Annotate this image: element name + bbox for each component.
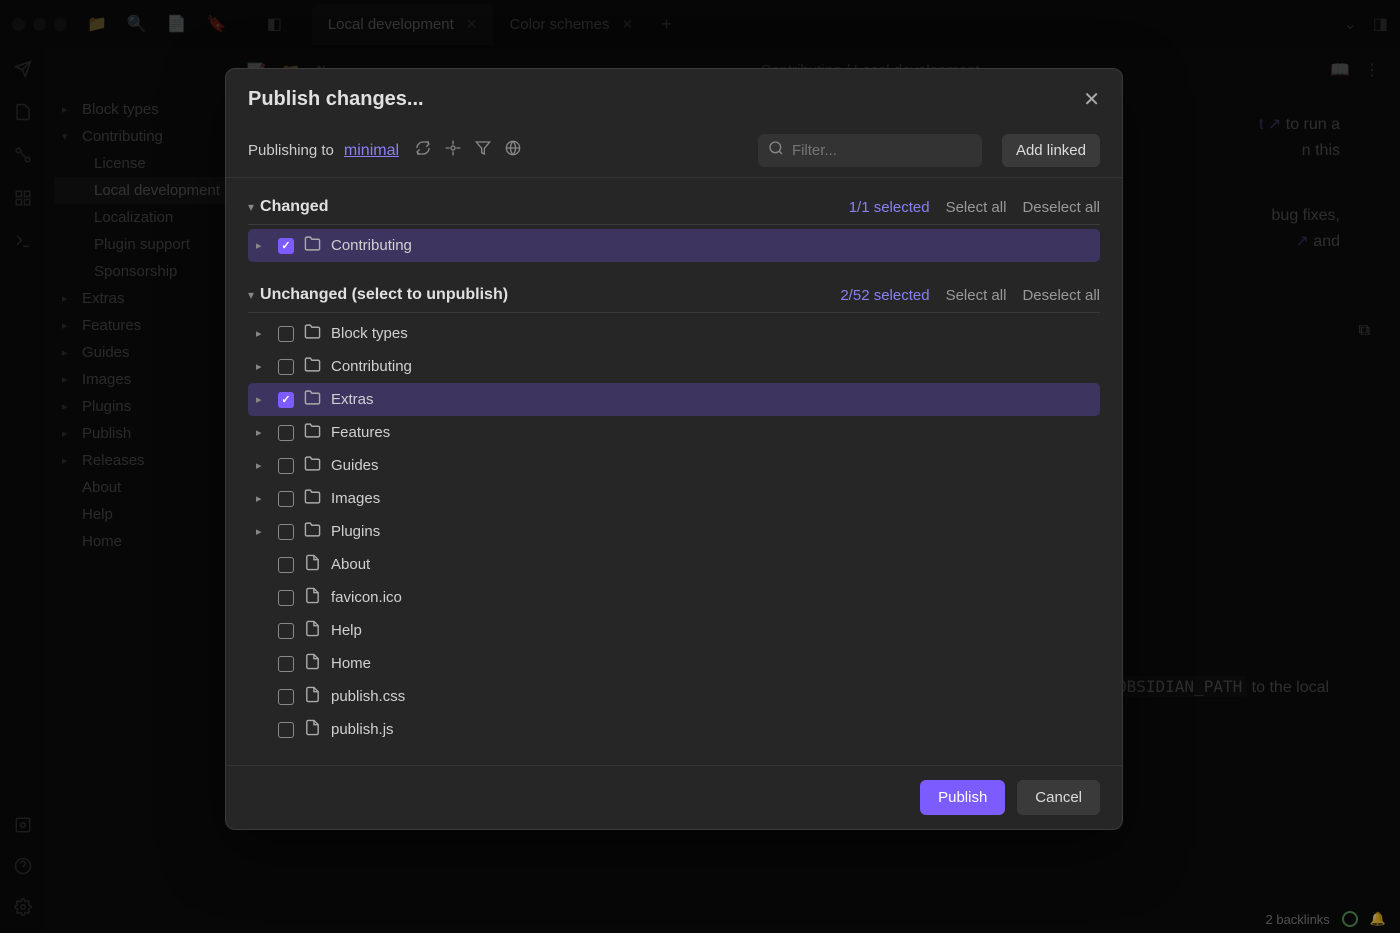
select-all-button[interactable]: Select all [946, 287, 1007, 304]
publishing-to-label: Publishing to [248, 142, 334, 159]
file-row-plugins[interactable]: ▸ Plugins [248, 515, 1100, 548]
chevron-right-icon[interactable]: ▸ [256, 393, 268, 406]
unchanged-section-header: ▾ Unchanged (select to unpublish) 2/52 s… [248, 274, 1100, 313]
checkbox[interactable] [278, 359, 294, 375]
checkbox[interactable] [278, 491, 294, 507]
file-label: Plugins [331, 523, 380, 540]
file-icon [304, 653, 321, 674]
deselect-all-button[interactable]: Deselect all [1022, 199, 1100, 216]
filter-input-container [758, 134, 982, 167]
checkbox[interactable] [278, 590, 294, 606]
checkbox[interactable] [278, 722, 294, 738]
checkbox[interactable] [278, 326, 294, 342]
folder-icon [304, 488, 321, 509]
file-icon [304, 587, 321, 608]
modal-title: Publish changes... [248, 88, 424, 111]
folder-icon [304, 356, 321, 377]
checkbox[interactable] [278, 524, 294, 540]
publish-target-link[interactable]: minimal [344, 142, 399, 160]
file-label: Block types [331, 325, 408, 342]
section-title: Changed [260, 198, 328, 216]
close-icon[interactable]: ✕ [1083, 87, 1100, 112]
file-label: publish.js [331, 721, 394, 738]
modal-header: Publish changes... ✕ [226, 69, 1122, 124]
chevron-right-icon[interactable]: ▸ [256, 239, 268, 252]
deselect-all-button[interactable]: Deselect all [1022, 287, 1100, 304]
file-label: Guides [331, 457, 379, 474]
checkbox[interactable] [278, 623, 294, 639]
file-icon [304, 719, 321, 740]
file-row-home[interactable]: Home [248, 647, 1100, 680]
checkbox[interactable] [278, 425, 294, 441]
file-label: favicon.ico [331, 589, 402, 606]
file-icon [304, 620, 321, 641]
file-icon [304, 554, 321, 575]
file-row-guides[interactable]: ▸ Guides [248, 449, 1100, 482]
checkbox[interactable] [278, 458, 294, 474]
modal-subheader: Publishing to minimal Add linked [226, 124, 1122, 178]
selection-count: 2/52 selected [840, 287, 929, 304]
file-label: Help [331, 622, 362, 639]
filter-input[interactable] [792, 142, 972, 159]
checkbox[interactable] [278, 557, 294, 573]
checkbox[interactable] [278, 238, 294, 254]
chevron-right-icon[interactable]: ▸ [256, 360, 268, 373]
file-label: Images [331, 490, 380, 507]
file-label: About [331, 556, 370, 573]
select-all-button[interactable]: Select all [946, 199, 1007, 216]
file-label: Contributing [331, 358, 412, 375]
file-label: Home [331, 655, 371, 672]
file-row-contributing[interactable]: ▸ Contributing [248, 350, 1100, 383]
add-linked-button[interactable]: Add linked [1002, 134, 1100, 167]
globe-icon[interactable] [505, 140, 521, 161]
file-label: Extras [331, 391, 374, 408]
checkbox[interactable] [278, 392, 294, 408]
section-title: Unchanged (select to unpublish) [260, 286, 508, 304]
modal-footer: Publish Cancel [226, 765, 1122, 829]
publish-button[interactable]: Publish [920, 780, 1005, 815]
publish-options [415, 140, 521, 161]
changed-section-header: ▾ Changed 1/1 selected Select all Desele… [248, 186, 1100, 225]
file-row-contributing[interactable]: ▸ Contributing [248, 229, 1100, 262]
folder-icon [304, 235, 321, 256]
chevron-down-icon[interactable]: ▾ [248, 200, 254, 214]
folder-icon [304, 521, 321, 542]
search-icon [768, 140, 784, 161]
modal-body[interactable]: ▾ Changed 1/1 selected Select all Desele… [226, 178, 1122, 765]
file-icon [304, 686, 321, 707]
checkbox[interactable] [278, 656, 294, 672]
folder-icon [304, 455, 321, 476]
checkbox[interactable] [278, 689, 294, 705]
publish-changes-modal: Publish changes... ✕ Publishing to minim… [225, 68, 1123, 830]
chevron-right-icon[interactable]: ▸ [256, 426, 268, 439]
chevron-right-icon[interactable]: ▸ [256, 327, 268, 340]
file-row-publish-css[interactable]: publish.css [248, 680, 1100, 713]
file-label: publish.css [331, 688, 405, 705]
file-row-images[interactable]: ▸ Images [248, 482, 1100, 515]
refresh-icon[interactable] [415, 140, 431, 161]
chevron-right-icon[interactable]: ▸ [256, 525, 268, 538]
file-label: Features [331, 424, 390, 441]
gear-icon[interactable] [445, 140, 461, 161]
filter-icon[interactable] [475, 140, 491, 161]
file-row-extras[interactable]: ▸ Extras [248, 383, 1100, 416]
chevron-right-icon[interactable]: ▸ [256, 459, 268, 472]
chevron-down-icon[interactable]: ▾ [248, 288, 254, 302]
folder-icon [304, 422, 321, 443]
cancel-button[interactable]: Cancel [1017, 780, 1100, 815]
file-label: Contributing [331, 237, 412, 254]
file-row-help[interactable]: Help [248, 614, 1100, 647]
file-row-publish-js[interactable]: publish.js [248, 713, 1100, 746]
file-row-block-types[interactable]: ▸ Block types [248, 317, 1100, 350]
chevron-right-icon[interactable]: ▸ [256, 492, 268, 505]
file-row-favicon-ico[interactable]: favicon.ico [248, 581, 1100, 614]
selection-count: 1/1 selected [849, 199, 930, 216]
folder-icon [304, 323, 321, 344]
folder-icon [304, 389, 321, 410]
file-row-features[interactable]: ▸ Features [248, 416, 1100, 449]
file-row-about[interactable]: About [248, 548, 1100, 581]
